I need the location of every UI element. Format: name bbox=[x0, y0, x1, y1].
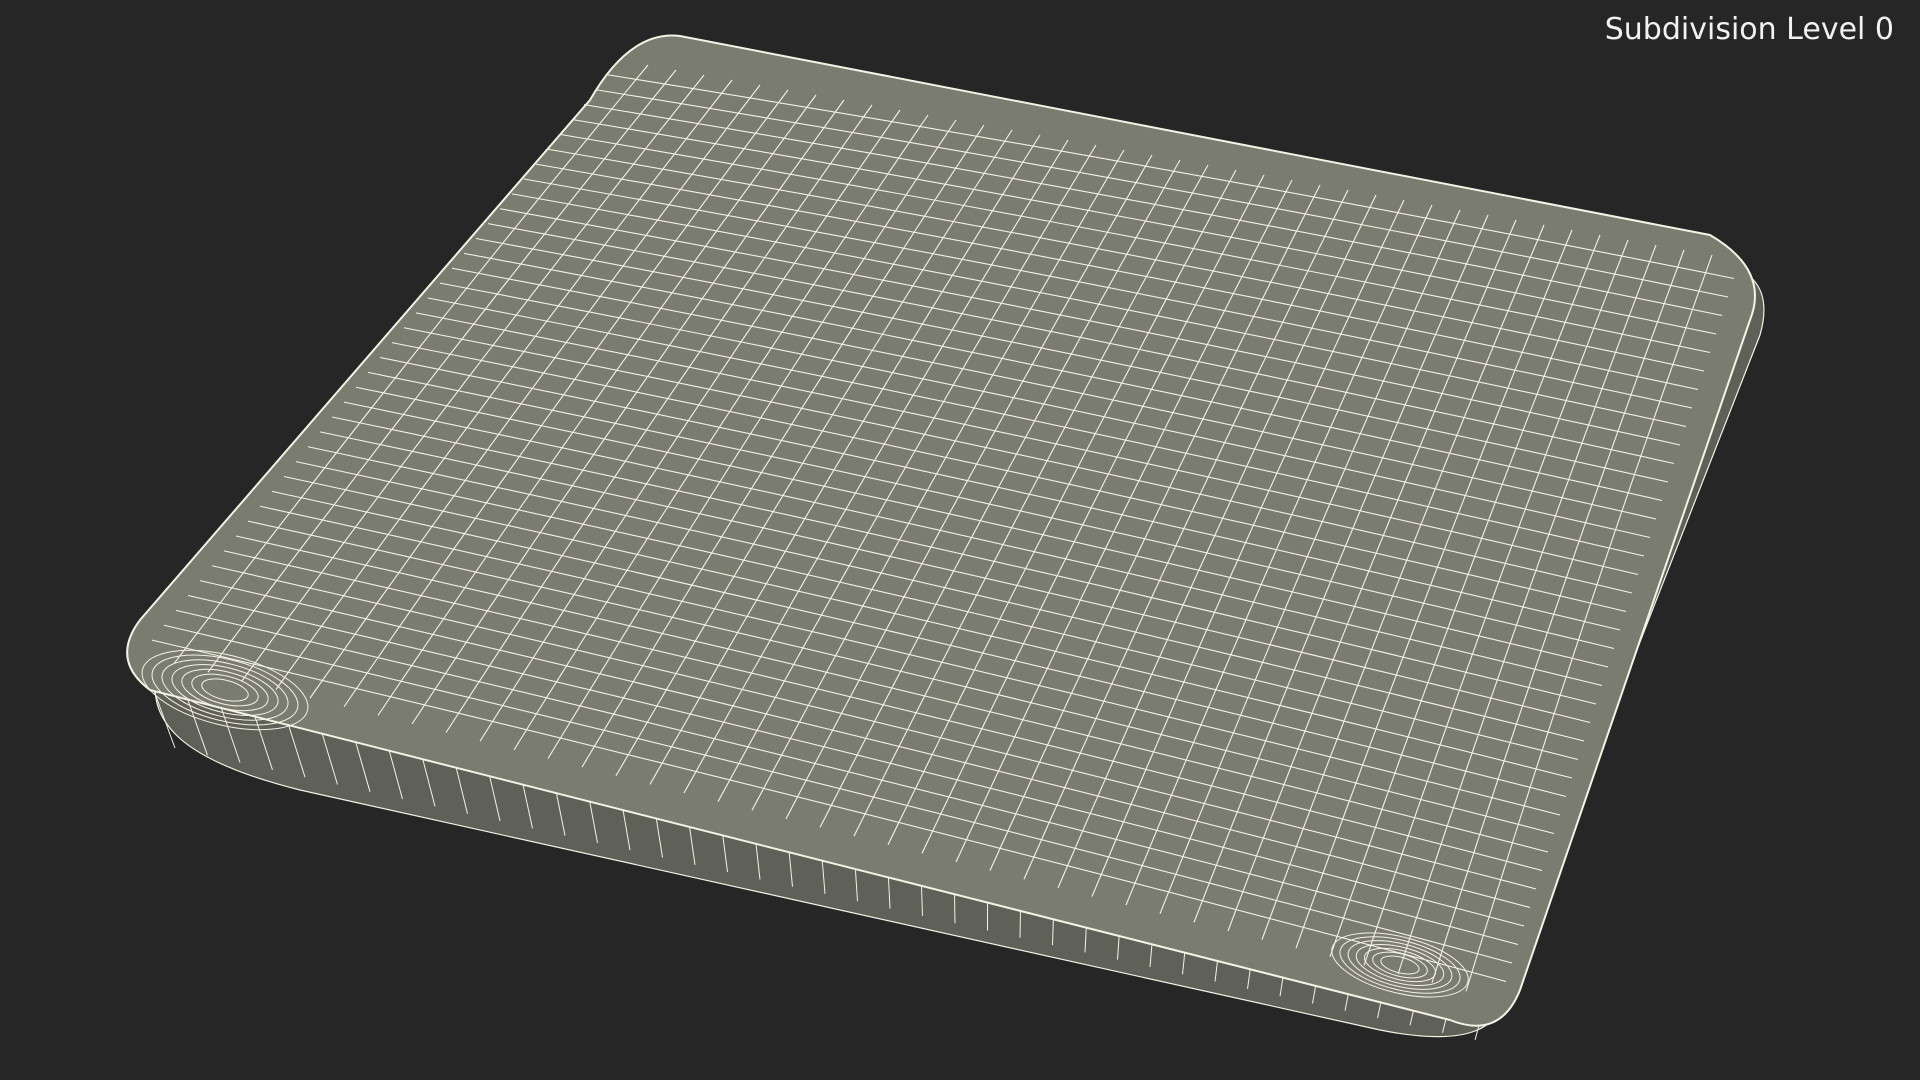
render-viewport: Subdivision Level 0 bbox=[0, 0, 1920, 1080]
subdivision-level-label: Subdivision Level 0 bbox=[1604, 12, 1894, 47]
wireframe-model bbox=[126, 34, 1765, 1041]
mesh-group bbox=[126, 34, 1765, 1041]
